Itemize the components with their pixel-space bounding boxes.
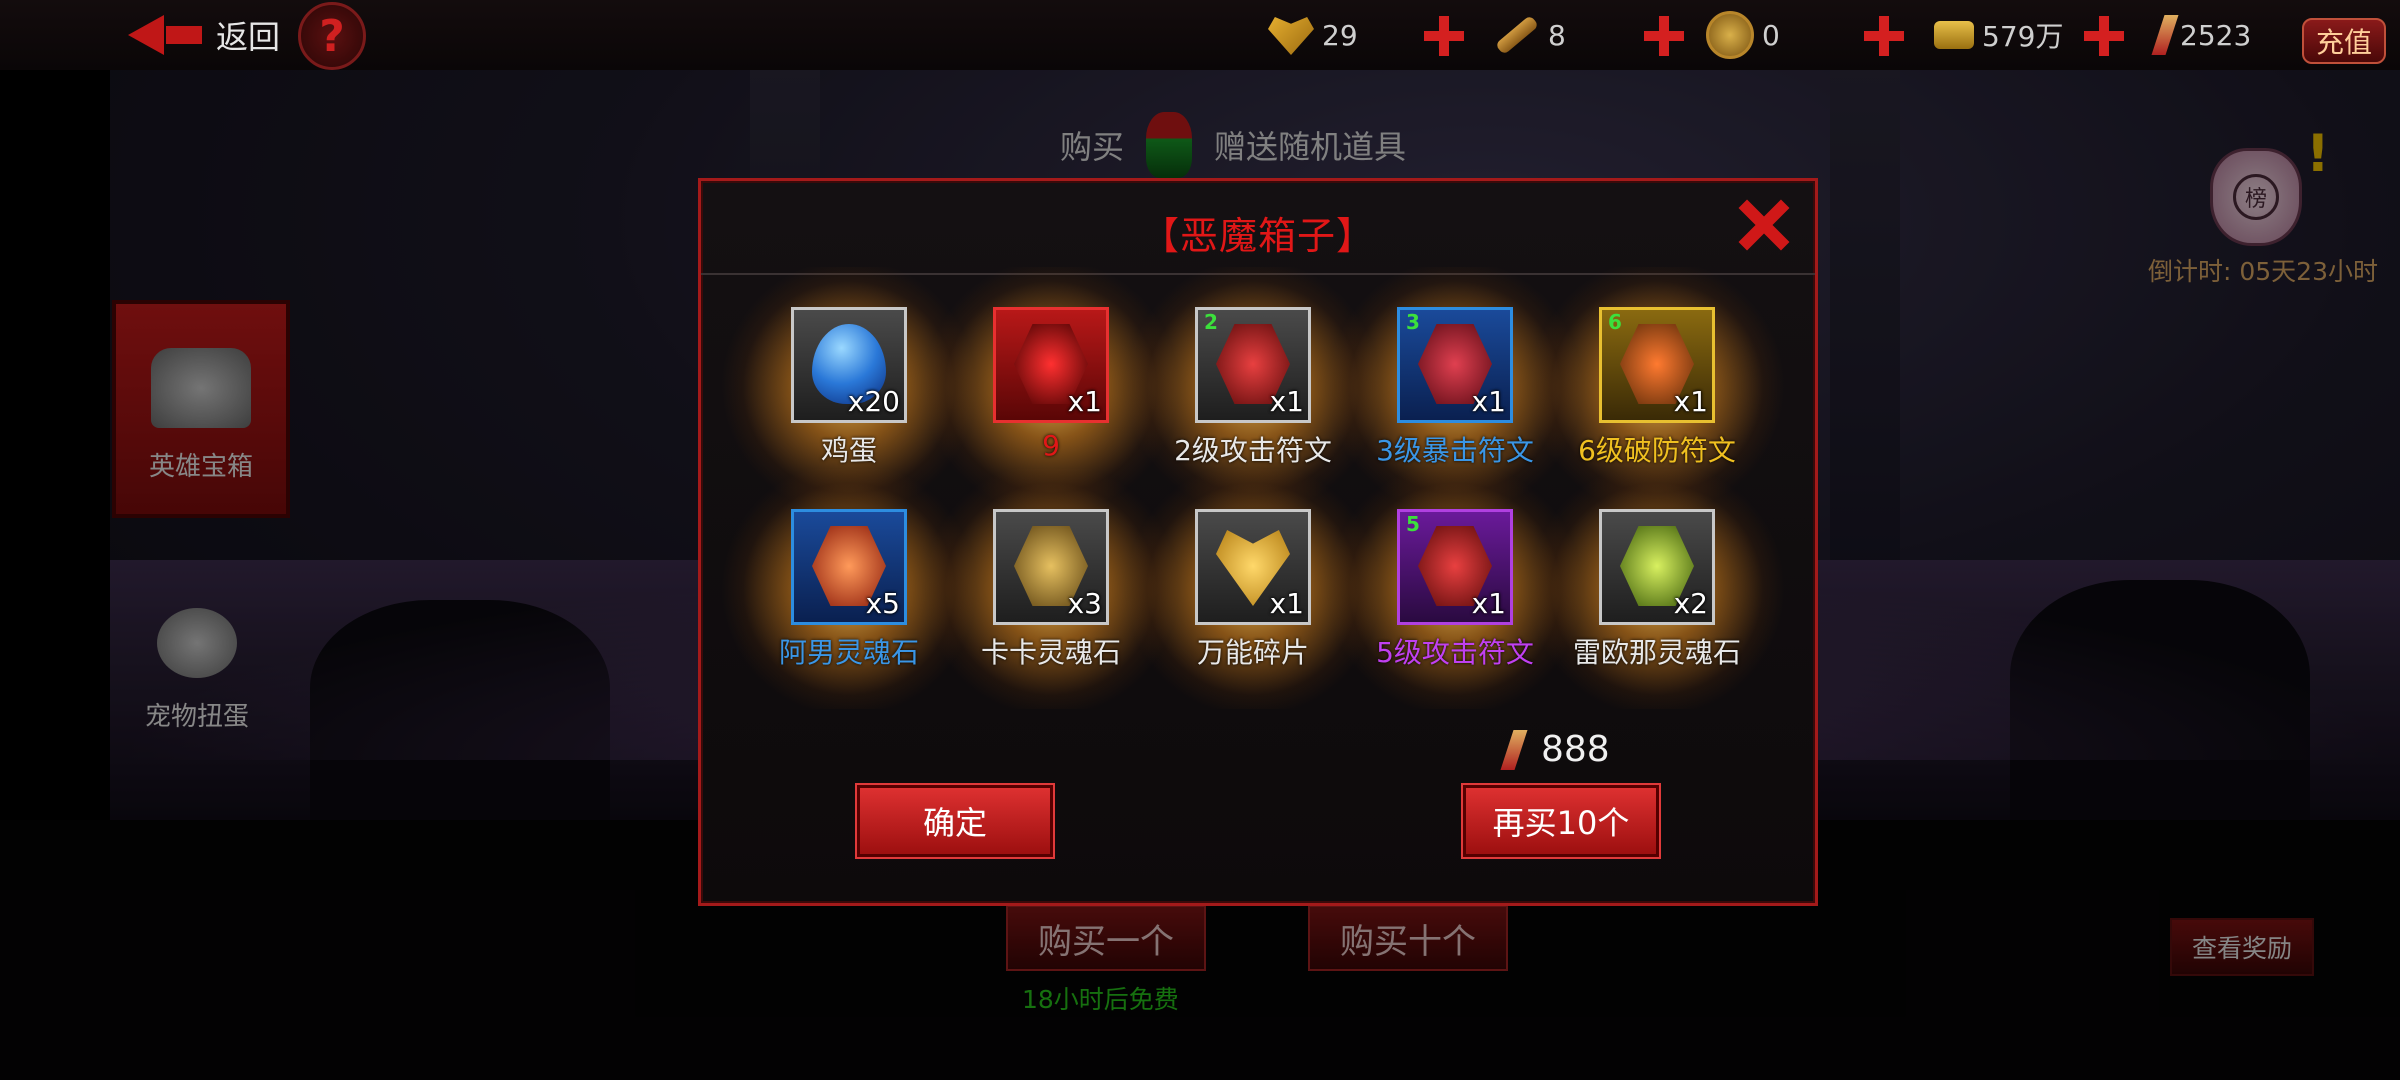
reward-item[interactable]: x3 卡卡灵魂石 — [921, 469, 1181, 709]
item-frame: x20 — [791, 307, 907, 423]
item-quantity: x1 — [1673, 385, 1708, 418]
reward-item[interactable]: 5 x1 5级攻击符文 — [1325, 469, 1585, 709]
item-frame: 5 x1 — [1397, 509, 1513, 625]
item-name: 6级破防符文 — [1578, 434, 1736, 467]
item-frame: x3 — [993, 509, 1109, 625]
item-name: 万能碎片 — [1196, 636, 1309, 669]
rune-level: 2 — [1204, 310, 1218, 334]
resource-gold: 579万 — [1934, 12, 2063, 58]
item-quantity: x3 — [1067, 587, 1102, 620]
item-name: 雷欧那灵魂石 — [1572, 636, 1741, 669]
key-value: 8 — [1548, 18, 1566, 52]
item-name: 鸡蛋 — [820, 434, 877, 467]
item-quantity: x1 — [1471, 587, 1506, 620]
item-quantity: x1 — [1067, 385, 1102, 418]
add-gold-button[interactable] — [2084, 16, 2124, 56]
item-frame: 3 x1 — [1397, 307, 1513, 423]
item-frame: 6 x1 — [1599, 307, 1715, 423]
item-quantity: x1 — [1269, 587, 1304, 620]
back-arrow-icon — [128, 15, 164, 55]
stamina-value: 29 — [1322, 18, 1358, 52]
item-quantity: x1 — [1471, 385, 1506, 418]
add-stamina-button[interactable] — [1424, 16, 1464, 56]
gold-value: 579万 — [1982, 20, 2064, 53]
item-quantity: x2 — [1673, 587, 1708, 620]
rune-level: 6 — [1608, 310, 1622, 334]
key-icon — [1494, 14, 1540, 56]
reward-dialog: 【恶魔箱子】 x20 鸡蛋 x1 9 2 x1 2级攻击符文 3 x1 3级暴击… — [698, 178, 1818, 906]
back-button[interactable]: 返回 — [128, 10, 280, 60]
reward-item[interactable]: x5 阿男灵魂石 — [719, 469, 979, 709]
item-frame: x1 — [993, 307, 1109, 423]
item-frame: 2 x1 — [1195, 307, 1311, 423]
rune-level: 3 — [1406, 310, 1420, 334]
price-display: 888 — [1500, 729, 1610, 770]
help-button[interactable]: ? — [298, 2, 366, 70]
back-arrow-tail — [166, 26, 202, 44]
item-name: 5级攻击符文 — [1376, 636, 1534, 669]
item-name: 3级暴击符文 — [1376, 434, 1534, 467]
rune-level: 5 — [1406, 512, 1420, 536]
confirm-button[interactable]: 确定 — [855, 783, 1055, 859]
add-coin-button[interactable] — [1864, 16, 1904, 56]
dialog-header: 【恶魔箱子】 — [701, 181, 1815, 275]
item-name: 2级攻击符文 — [1174, 434, 1332, 467]
item-frame: x5 — [791, 509, 907, 625]
reward-item[interactable]: x2 雷欧那灵魂石 — [1527, 469, 1787, 709]
close-icon[interactable] — [1737, 199, 1789, 251]
add-key-button[interactable] — [1644, 16, 1684, 56]
resource-key: 8 — [1494, 12, 1566, 58]
dialog-title: 【恶魔箱子】 — [1140, 214, 1375, 258]
buy-ten-again-button[interactable]: 再买10个 — [1461, 783, 1661, 859]
item-name: 卡卡灵魂石 — [980, 636, 1121, 669]
stamina-heart-icon — [1268, 17, 1314, 55]
item-quantity: x1 — [1269, 385, 1304, 418]
coin-value: 0 — [1762, 18, 1780, 52]
coin-icon — [1706, 11, 1754, 59]
back-label: 返回 — [216, 18, 281, 56]
resource-coin: 0 — [1706, 11, 1780, 59]
item-name: 阿男灵魂石 — [778, 636, 919, 669]
item-frame: x1 — [1195, 509, 1311, 625]
resource-stamina: 29 — [1268, 12, 1358, 58]
price-value: 888 — [1541, 729, 1610, 770]
item-quantity: x20 — [847, 385, 900, 418]
item-name: 9 — [1042, 429, 1060, 462]
resource-gem: 2523 — [2151, 12, 2252, 58]
item-quantity: x5 — [865, 587, 900, 620]
reward-item[interactable]: x1 万能碎片 — [1123, 469, 1383, 709]
gem-icon — [1500, 729, 1528, 770]
item-frame: x2 — [1599, 509, 1715, 625]
gem-value: 2523 — [2180, 18, 2252, 52]
gold-icon — [1934, 21, 1974, 49]
recharge-button[interactable]: 充值 — [2302, 18, 2386, 64]
